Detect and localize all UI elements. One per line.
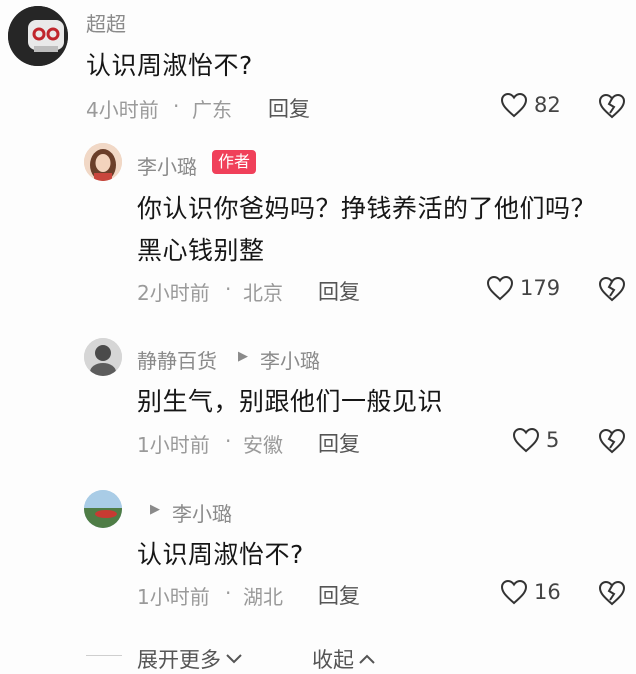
- like-count: 5: [546, 428, 560, 452]
- avatar[interactable]: [84, 490, 122, 528]
- broken-heart-icon: [598, 428, 626, 454]
- reply-time: 1小时前: [137, 433, 210, 457]
- comment-author[interactable]: 超超: [86, 8, 126, 37]
- reply-location: 北京: [243, 281, 283, 305]
- reply-time: 1小时前: [137, 585, 210, 609]
- dislike-button[interactable]: [598, 580, 626, 610]
- reply-location: 安徽: [243, 433, 283, 457]
- reply-text-line1: 你认识你爸妈吗？挣钱养活的了他们吗？: [137, 194, 597, 223]
- broken-heart-icon: [598, 276, 626, 302]
- avatar[interactable]: [8, 6, 68, 66]
- like-button[interactable]: 179: [486, 275, 560, 301]
- avatar[interactable]: [84, 143, 122, 181]
- play-triangle-icon: ▶: [150, 502, 160, 517]
- meta-separator: ·: [225, 277, 232, 301]
- comment-text: 认识周淑怡不?: [86, 51, 253, 80]
- footer-divider: [86, 655, 122, 656]
- meta-separator: ·: [173, 94, 180, 118]
- heart-outline-icon: [500, 579, 528, 605]
- reply-text: 认识周淑怡不?: [137, 540, 304, 569]
- like-button[interactable]: 5: [512, 427, 559, 453]
- meta-separator: ·: [225, 581, 232, 605]
- chevron-up-icon: [359, 654, 375, 664]
- heart-outline-icon: [500, 92, 528, 118]
- collapse-button[interactable]: 收起: [312, 644, 376, 674]
- reply-author[interactable]: 静静百货: [137, 345, 217, 374]
- like-count: 16: [534, 580, 561, 604]
- broken-heart-icon: [598, 580, 626, 606]
- dislike-button[interactable]: [598, 93, 626, 123]
- comment-location: 广东: [192, 98, 232, 122]
- reply-to-name[interactable]: 李小璐: [172, 498, 232, 527]
- reply-time: 2小时前: [137, 281, 210, 305]
- chevron-down-icon: [226, 654, 242, 664]
- broken-heart-icon: [598, 93, 626, 119]
- reply-text-line2: 黑心钱别整: [137, 236, 265, 265]
- reply-author[interactable]: 李小璐: [137, 151, 197, 180]
- like-count: 179: [520, 276, 561, 300]
- reply-button[interactable]: 回复: [318, 428, 360, 458]
- expand-more-button[interactable]: 展开更多: [137, 644, 243, 674]
- expand-more-label: 展开更多: [137, 648, 221, 672]
- reply-button[interactable]: 回复: [268, 93, 310, 123]
- meta-separator: ·: [225, 429, 232, 453]
- comment-time: 4小时前: [86, 98, 159, 122]
- reply-location: 湖北: [243, 585, 283, 609]
- author-badge: 作者: [212, 150, 257, 174]
- reply-button[interactable]: 回复: [318, 580, 360, 610]
- reply-button[interactable]: 回复: [318, 276, 360, 306]
- heart-outline-icon: [486, 275, 514, 301]
- like-count: 82: [534, 93, 561, 117]
- like-button[interactable]: 16: [500, 579, 561, 605]
- play-triangle-icon: ▶: [238, 349, 248, 364]
- heart-outline-icon: [512, 427, 540, 453]
- like-button[interactable]: 82: [500, 92, 561, 118]
- dislike-button[interactable]: [598, 276, 626, 306]
- dislike-button[interactable]: [598, 428, 626, 458]
- avatar[interactable]: [84, 338, 122, 376]
- reply-text: 别生气，别跟他们一般见识: [137, 387, 444, 416]
- reply-to-name[interactable]: 李小璐: [260, 345, 320, 374]
- collapse-label: 收起: [312, 648, 354, 672]
